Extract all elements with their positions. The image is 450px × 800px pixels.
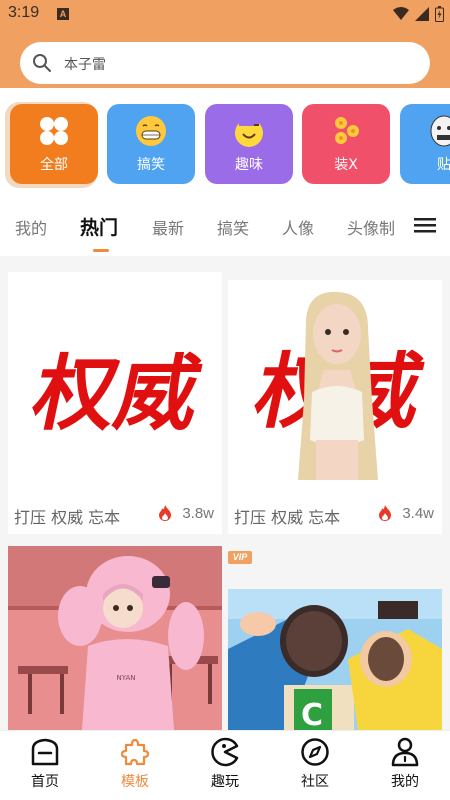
shirt-letter: C (301, 698, 323, 730)
active-tab-indicator (93, 249, 109, 252)
tab-bar: 我的 热门 最新 搞笑 人像 头像制 (0, 205, 450, 252)
status-bar: 3:19 A (0, 0, 450, 30)
meme-face-icon (430, 115, 450, 147)
fire-icon (379, 505, 391, 521)
category-all[interactable]: 全部 (10, 104, 98, 184)
nav-community[interactable]: 社区 (275, 737, 355, 797)
wink-face-icon (235, 117, 263, 147)
template-card[interactable]: 权威 打压 权威 忘本 3.4w (228, 280, 442, 534)
tab-avatar-maker[interactable]: 头像制 (347, 215, 395, 239)
hot-count: 3.8w (182, 505, 214, 522)
image-text: 权威 (24, 345, 210, 442)
hot-count: 3.4w (402, 505, 434, 522)
tab-mine[interactable]: 我的 (15, 215, 47, 239)
tab-portrait[interactable]: 人像 (282, 215, 314, 239)
template-card[interactable]: 权威 打压 权威 忘本 3.8w (8, 272, 222, 534)
status-time: 3:19 (8, 4, 40, 21)
tab-funny[interactable]: 搞笑 (217, 215, 249, 239)
grid-icon (40, 117, 68, 145)
nav-templates[interactable]: 模板 (95, 737, 175, 797)
grin-emoji-icon (136, 116, 166, 146)
template-card[interactable]: NYAN (8, 546, 222, 730)
tab-hot[interactable]: 热门 (80, 213, 118, 240)
category-strip[interactable]: 全部 搞笑 趣味 装X 贴 (0, 96, 450, 192)
signal-icon (415, 7, 429, 21)
wifi-icon (393, 7, 409, 20)
category-label: 贴 (437, 157, 450, 173)
template-card[interactable]: C (228, 589, 442, 730)
category-label: 搞笑 (137, 157, 165, 173)
notification-badge: A (57, 8, 69, 20)
bottom-navigation: 首页 模板 趣玩 社区 我的 (0, 730, 450, 800)
status-icons (393, 6, 444, 22)
person-icon (391, 737, 419, 767)
category-label: 装X (334, 157, 358, 173)
card-title: 打压 权威 忘本 (14, 508, 121, 527)
battery-icon (435, 6, 444, 22)
category-label: 趣味 (235, 157, 263, 173)
nav-label: 我的 (391, 774, 419, 790)
menu-icon[interactable] (414, 215, 436, 235)
search-bar[interactable]: 本子雷 (20, 42, 430, 84)
home-icon (31, 738, 59, 766)
app-screen: 3:19 A 本子雷 全部 搞笑 趣味 装X 贴 我的 热门 最新 搞笑 人像 … (0, 0, 450, 800)
category-show-off[interactable]: 装X (302, 104, 390, 184)
template-image: 权威 (228, 280, 442, 490)
header: 3:19 A 本子雷 (0, 0, 450, 88)
shirt-caption: NYAN (117, 674, 136, 682)
portrait-figure (298, 291, 378, 480)
tab-latest[interactable]: 最新 (152, 215, 184, 239)
vip-badge: VIP (228, 551, 252, 564)
search-icon (33, 54, 51, 72)
fire-icon (159, 505, 171, 521)
category-sticker[interactable]: 贴 (400, 104, 450, 184)
template-image: C (228, 589, 442, 730)
card-title: 打压 权威 忘本 (234, 508, 341, 527)
nav-label: 模板 (121, 774, 149, 790)
nav-play[interactable]: 趣玩 (185, 737, 265, 797)
nav-label: 首页 (31, 774, 59, 790)
template-image: NYAN (8, 546, 222, 730)
nav-profile[interactable]: 我的 (365, 737, 445, 797)
category-fun[interactable]: 趣味 (205, 104, 293, 184)
search-input[interactable]: 本子雷 (64, 54, 106, 74)
category-funny[interactable]: 搞笑 (107, 104, 195, 184)
compass-icon (301, 738, 329, 766)
nav-label: 趣玩 (211, 774, 239, 790)
template-image: 权威 (8, 272, 222, 498)
nav-home[interactable]: 首页 (5, 737, 85, 797)
pacman-icon (211, 737, 239, 767)
puzzle-icon (120, 738, 150, 766)
coins-icon (335, 117, 359, 144)
category-label: 全部 (40, 157, 68, 173)
nav-label: 社区 (301, 774, 329, 790)
